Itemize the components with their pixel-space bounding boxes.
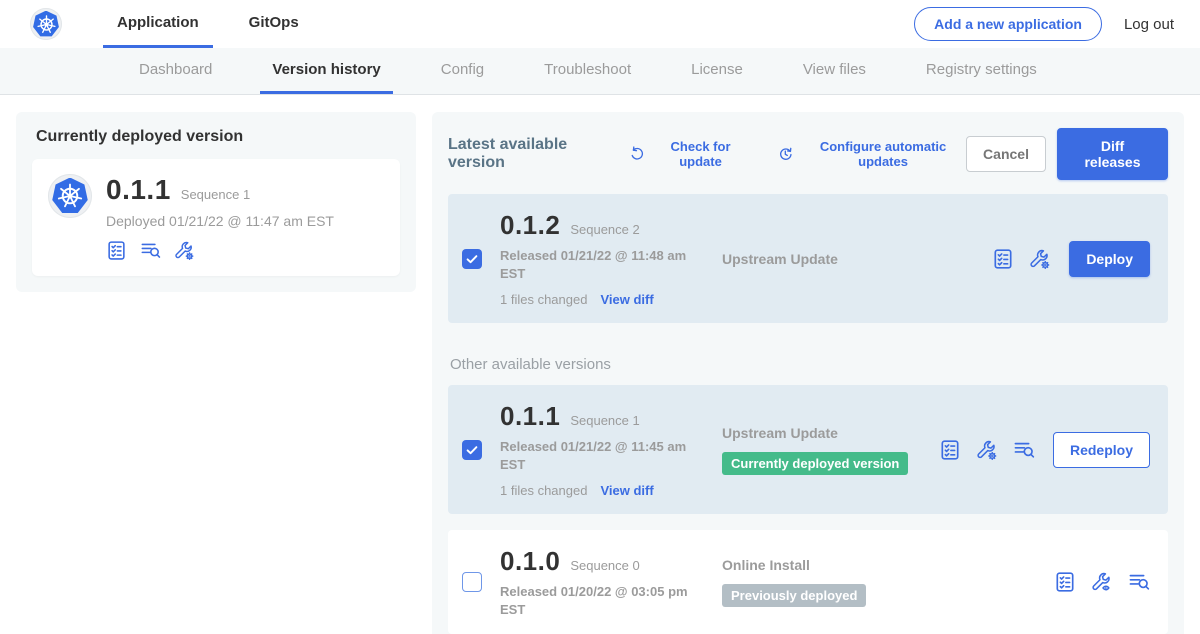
version-row: 0.1.0 Sequence 0 Released 01/20/22 @ 03:… (448, 530, 1168, 634)
wrench-gear-icon[interactable] (1029, 248, 1051, 270)
check-for-update-button[interactable]: Check for update (629, 139, 749, 169)
check-icon (464, 442, 480, 458)
deployed-panel-title: Currently deployed version (36, 128, 400, 146)
checklist-icon[interactable] (992, 248, 1014, 270)
version-source: Upstream Update (722, 251, 992, 267)
version-checkbox[interactable] (462, 249, 482, 269)
kubernetes-icon (33, 11, 60, 38)
deployed-sequence-label: Sequence 1 (181, 187, 250, 202)
version-checkbox[interactable] (462, 440, 482, 460)
check-for-update-label: Check for update (652, 139, 750, 169)
tab-troubleshoot[interactable]: Troubleshoot (532, 48, 643, 94)
cancel-button[interactable]: Cancel (966, 136, 1046, 172)
tab-license[interactable]: License (679, 48, 755, 94)
top-tab-application[interactable]: Application (103, 0, 213, 48)
deploy-button[interactable]: Deploy (1069, 241, 1150, 277)
latest-version-title: Latest available version (448, 136, 615, 172)
deployed-version-card: 0.1.1 Sequence 1 Deployed 01/21/22 @ 11:… (32, 159, 400, 276)
released-timestamp: Released 01/21/22 @ 11:48 am EST (500, 247, 692, 282)
configure-automatic-updates-button[interactable]: Configure automatic updates (777, 139, 966, 169)
files-changed: 1 files changed (500, 483, 587, 498)
logout-button[interactable]: Log out (1124, 16, 1174, 33)
logs-search-icon[interactable] (1013, 439, 1035, 461)
released-timestamp: Released 01/21/22 @ 11:45 am EST (500, 438, 692, 473)
files-changed: 1 files changed (500, 292, 587, 307)
sequence-label: Sequence 0 (570, 558, 639, 573)
version-row: 0.1.2 Sequence 2 Released 01/21/22 @ 11:… (448, 194, 1168, 323)
checklist-icon[interactable] (1054, 571, 1076, 593)
logs-search-icon[interactable] (1128, 571, 1150, 593)
sequence-label: Sequence 1 (570, 413, 639, 428)
checklist-icon[interactable] (939, 439, 961, 461)
tab-dashboard[interactable]: Dashboard (127, 48, 224, 94)
other-versions-title: Other available versions (450, 356, 1168, 373)
version-number: 0.1.2 (500, 210, 560, 241)
auto-update-icon (777, 145, 794, 163)
view-diff-link[interactable]: View diff (600, 483, 653, 498)
wrench-gear-icon[interactable] (174, 240, 195, 261)
currently-deployed-badge: Currently deployed version (722, 452, 908, 475)
version-checkbox[interactable] (462, 572, 482, 592)
sequence-label: Sequence 2 (570, 222, 639, 237)
top-bar: Application GitOps Add a new application… (0, 0, 1200, 48)
check-icon (464, 251, 480, 267)
wrench-gear-icon[interactable] (976, 439, 998, 461)
tab-registry-settings[interactable]: Registry settings (914, 48, 1049, 94)
version-row: 0.1.1 Sequence 1 Released 01/21/22 @ 11:… (448, 385, 1168, 514)
logs-search-icon[interactable] (140, 240, 161, 261)
app-icon (48, 174, 92, 218)
version-number: 0.1.0 (500, 546, 560, 577)
kubernetes-icon (52, 178, 89, 215)
configure-automatic-updates-label: Configure automatic updates (800, 139, 966, 169)
diff-releases-button[interactable]: Diff releases (1057, 128, 1168, 180)
version-source: Online Install (722, 557, 1054, 573)
released-timestamp: Released 01/20/22 @ 03:05 pm EST (500, 583, 692, 618)
add-application-button[interactable]: Add a new application (914, 7, 1102, 41)
version-source: Upstream Update (722, 425, 939, 441)
tab-version-history[interactable]: Version history (260, 48, 392, 94)
redeploy-button[interactable]: Redeploy (1053, 432, 1150, 468)
updates-panel: Latest available version Check for updat… (432, 112, 1184, 634)
tab-config[interactable]: Config (429, 48, 496, 94)
top-tab-gitops[interactable]: GitOps (235, 0, 313, 48)
app-logo (30, 8, 62, 40)
refresh-icon (629, 145, 646, 163)
version-number: 0.1.1 (500, 401, 560, 432)
top-tabs: Application GitOps (103, 0, 313, 48)
tab-view-files[interactable]: View files (791, 48, 878, 94)
view-diff-link[interactable]: View diff (600, 292, 653, 307)
deployed-timestamp: Deployed 01/21/22 @ 11:47 am EST (106, 213, 334, 229)
app-subnav: Dashboard Version history Config Trouble… (0, 48, 1200, 95)
deployed-panel: Currently deployed version 0.1.1 Sequenc… (16, 112, 416, 292)
previously-deployed-badge: Previously deployed (722, 584, 866, 607)
wrench-eye-icon[interactable] (1091, 571, 1113, 593)
checklist-icon[interactable] (106, 240, 127, 261)
deployed-version-number: 0.1.1 (106, 174, 171, 206)
